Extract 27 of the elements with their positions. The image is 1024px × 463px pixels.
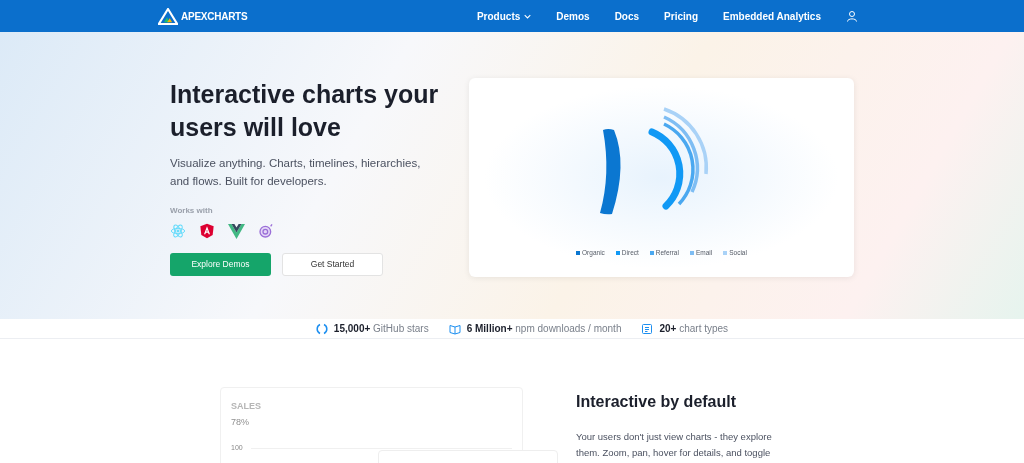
stat-text: 6 Million+ npm downloads / month xyxy=(466,322,622,336)
nav-link[interactable]: Pricing xyxy=(664,8,698,24)
brand-name[interactable]: APEXCHARTS xyxy=(181,8,248,24)
card-title: SALES xyxy=(231,400,262,413)
stat-text: 15,000+ GitHub stars xyxy=(333,322,429,336)
list-icon xyxy=(641,322,654,335)
section-text: Your users don't just view charts - they explore them. Zoom, pan, hover for details, and toggle xyxy=(576,430,773,460)
triangle-logo-icon xyxy=(158,7,178,25)
spiral-icon xyxy=(258,223,274,239)
shield-icon xyxy=(199,223,215,239)
v-shape-icon xyxy=(228,223,245,239)
primary-button[interactable]: Explore Demos xyxy=(170,253,271,276)
book-icon xyxy=(448,322,461,335)
nav-link[interactable]: Demos xyxy=(556,8,590,24)
secondary-button[interactable]: Get Started xyxy=(282,253,383,276)
nav-link[interactable]: Products xyxy=(476,8,532,24)
section-heading: Interactive by default xyxy=(576,392,738,412)
works-with-label: Works with xyxy=(170,205,214,217)
nav-link[interactable]: Embedded Analytics xyxy=(723,8,821,24)
atom-icon xyxy=(170,223,186,239)
nav-link[interactable]: Docs xyxy=(614,8,640,24)
hero-title: Interactive charts your users will love xyxy=(170,79,440,143)
user-icon[interactable] xyxy=(846,10,858,22)
stat-text: 20+ chart types xyxy=(659,322,729,336)
ring-icon xyxy=(315,322,328,335)
hero-subtitle: Visualize anything. Charts, timelines, hierarchies, and flows. Built for developers. xyxy=(170,156,422,189)
card-value: 78% xyxy=(231,415,250,429)
